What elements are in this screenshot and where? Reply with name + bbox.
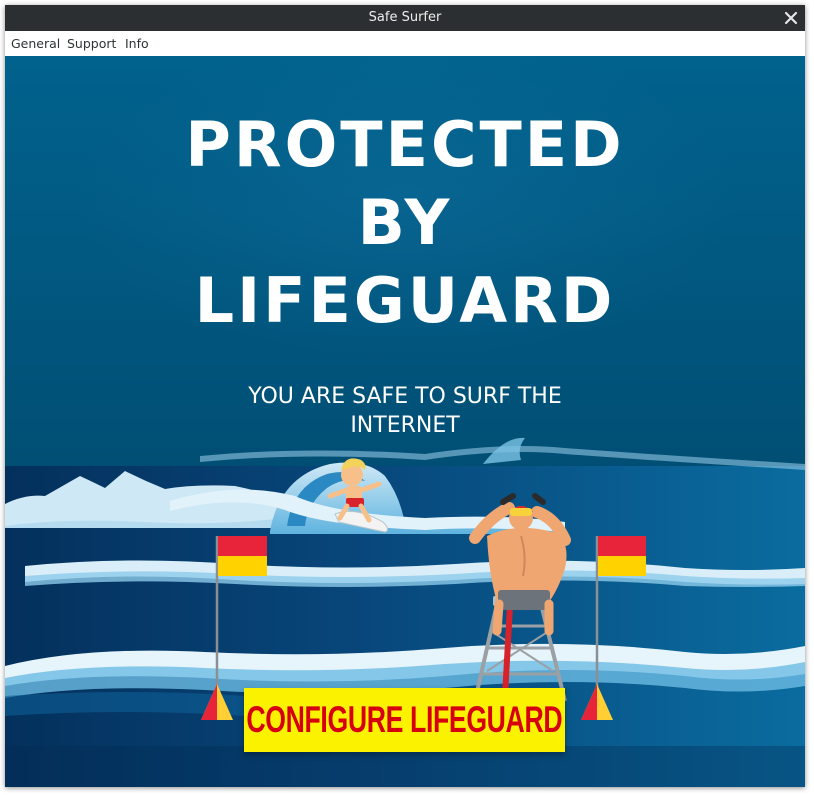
window-title: Safe Surfer [368,10,442,25]
title-bar[interactable]: Safe Surfer [5,5,805,31]
lifeguard-banner: PROTECTED BY LIFEGUARD YOU ARE SAFE TO S… [5,56,805,787]
subtitle-line-1: YOU ARE SAFE TO SURF THE [248,384,562,409]
headline-line-3: LIFEGUARD [194,264,616,337]
menu-bar: General Support Info [5,31,805,57]
headline-line-1: PROTECTED [185,108,625,181]
subtitle-line-2: INTERNET [350,413,460,438]
menu-info[interactable]: Info [125,31,149,56]
headline-line-2: BY [357,186,453,259]
configure-lifeguard-button[interactable]: CONFIGURE LIFEGUARD [244,688,565,752]
menu-support[interactable]: Support [67,31,116,56]
menu-general[interactable]: General [11,31,60,56]
configure-lifeguard-label: CONFIGURE LIFEGUARD [246,699,563,740]
close-icon[interactable] [781,8,801,28]
app-window: Safe Surfer General Support Info PROTECT… [5,5,805,787]
